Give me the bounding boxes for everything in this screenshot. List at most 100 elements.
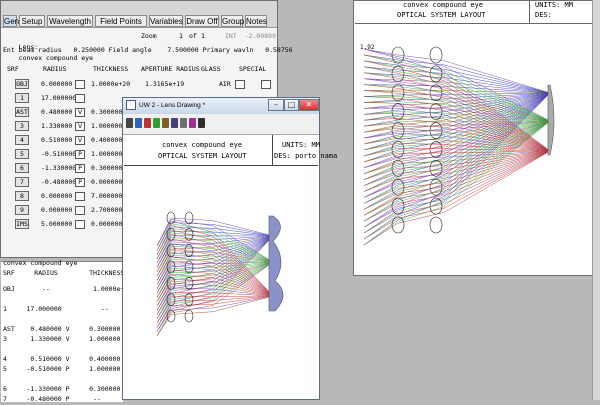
radius-cell[interactable]: -1.330000	[41, 163, 76, 174]
ray-path	[156, 222, 274, 251]
toolbar-button-gen[interactable]: Gen	[3, 15, 19, 27]
drawing-title: convex compound eye	[403, 1, 484, 9]
surface-row-button[interactable]: OBJ	[15, 79, 29, 89]
surface-row-button[interactable]: 5	[15, 149, 29, 159]
toolbar-tool-icon[interactable]	[126, 118, 133, 128]
radius-cell[interactable]: 1.330000	[41, 121, 72, 132]
radius-solve-box[interactable]: P	[75, 178, 85, 187]
close-button[interactable]: ✕	[299, 99, 319, 111]
surface-row-button[interactable]: 4	[15, 135, 29, 145]
layout-title-block: convex compound eye OPTICAL SYSTEM LAYOU…	[124, 135, 337, 166]
surface-row-button[interactable]: 3	[15, 121, 29, 131]
listing-line: 5 -0.510000 P 1.000000	[3, 365, 121, 373]
ent-beam-line: Ent beam radius 0.250000 Field angle 7.5…	[3, 46, 293, 54]
radius-cell[interactable]: -0.480000	[41, 177, 76, 188]
thickness-cell[interactable]: 7.000000	[91, 191, 122, 202]
image-surface	[547, 84, 555, 156]
toolbar-button-draw-off[interactable]: Draw Off	[185, 15, 219, 27]
radius-solve-box[interactable]: V	[75, 136, 85, 145]
radius-cell[interactable]: 0.000000	[41, 79, 72, 90]
radius-solve-box[interactable]: P	[75, 164, 85, 173]
column-header-radius[interactable]: RADIUS	[43, 64, 66, 75]
thickness-cell[interactable]: 0.300000	[91, 163, 122, 174]
thickness-cell[interactable]: 1.000000	[91, 121, 122, 132]
thickness-cell[interactable]: 0.000000	[91, 177, 122, 188]
toolbar-tool-icon[interactable]	[171, 118, 178, 128]
zoom-value[interactable]: 1	[179, 31, 183, 42]
scale-label: 1.92	[360, 44, 375, 51]
toolbar-tool-icon[interactable]	[135, 118, 142, 128]
column-header-srf[interactable]: SRF	[7, 64, 19, 75]
toolbar-tool-icon[interactable]	[189, 118, 196, 128]
lenslet	[429, 141, 443, 158]
lens-drawing-titlebar[interactable]: UW 2 - Lens Drawing * – □ ✕	[123, 98, 319, 115]
radius-solve-box[interactable]	[75, 192, 85, 201]
lenslet	[184, 277, 194, 290]
listing-line: 3 1.330000 V 1.000000	[3, 335, 121, 343]
app-icon	[126, 100, 136, 110]
toolbar-button-setup[interactable]: Setup	[19, 15, 45, 27]
radius-solve-box[interactable]	[75, 94, 85, 103]
glass-cell[interactable]: AIR	[219, 79, 231, 90]
layout-title: convex compound eye	[162, 141, 243, 149]
surface-row-button[interactable]: 7	[15, 177, 29, 187]
toolbar-button-variables[interactable]: Variables	[149, 15, 183, 27]
column-header-aperture-radius[interactable]: APERTURE RADIUS	[141, 64, 200, 75]
toolbar-button-field-points[interactable]: Field Points	[95, 15, 147, 27]
ray-path	[156, 254, 274, 281]
radius-solve-box[interactable]	[75, 206, 85, 215]
drawing-title-block: convex compound eye OPTICAL SYSTEM LAYOU…	[355, 1, 599, 24]
toolbar-button-notes[interactable]: Notes	[245, 15, 267, 27]
maximize-button[interactable]: □	[284, 99, 299, 111]
column-header-special[interactable]: SPECIAL	[239, 64, 266, 75]
thickness-cell[interactable]: 0.400000	[91, 135, 122, 146]
lens-drawing-window: UW 2 - Lens Drawing * – □ ✕ convex compo…	[122, 97, 337, 400]
radius-solve-box[interactable]: P	[75, 150, 85, 159]
toolbar-tool-icon[interactable]	[198, 118, 205, 128]
toolbar-tool-icon[interactable]	[144, 118, 151, 128]
radius-solve-box[interactable]	[75, 80, 85, 89]
radius-solve-box[interactable]: V	[75, 122, 85, 131]
layout-designer: DES: porto nama	[274, 152, 338, 160]
surface-row-button[interactable]: 6	[15, 163, 29, 173]
int-value: INT -2.09899	[225, 32, 276, 40]
listing-line: OBJ -- 1.0000e+20	[3, 285, 133, 293]
surface-row-button[interactable]: AST	[15, 107, 29, 117]
toolbar-button-wavelength[interactable]: Wavelength	[47, 15, 93, 27]
zoom-of: of	[189, 32, 197, 40]
minimize-button[interactable]: –	[268, 99, 284, 111]
right-ray-drawing: 1.92	[360, 44, 555, 246]
thickness-cell[interactable]: 2.700000	[91, 205, 122, 216]
radius-cell[interactable]: 0.000000	[41, 191, 72, 202]
toolbar-tool-icon[interactable]	[180, 118, 187, 128]
glass-solve-box[interactable]	[235, 80, 245, 89]
surface-row-button[interactable]: 9	[15, 205, 29, 215]
lenslet	[429, 46, 443, 64]
vertical-scrollbar[interactable]	[592, 0, 600, 400]
lenslet	[184, 309, 194, 323]
radius-solve-box[interactable]: V	[75, 108, 85, 117]
radius-cell[interactable]: 17.000000	[41, 93, 76, 104]
toolbar-button-group[interactable]: Group	[221, 15, 244, 27]
toolbar-tool-icon[interactable]	[162, 118, 169, 128]
thickness-cell[interactable]: 1.0000e+20	[91, 79, 130, 90]
column-header-glass[interactable]: GLASS	[201, 64, 221, 75]
radius-cell[interactable]: 0.000000	[41, 205, 72, 216]
surface-row-button[interactable]: IMS	[15, 219, 29, 229]
toolbar-tool-icon[interactable]	[153, 118, 160, 128]
thickness-cell[interactable]: 1.000000	[91, 149, 122, 160]
radius-cell[interactable]: 5.000000	[41, 219, 72, 230]
radius-cell[interactable]: 0.510000	[41, 135, 72, 146]
surface-row-button[interactable]: 1	[15, 93, 29, 103]
thickness-cell[interactable]: 0.000000	[91, 219, 122, 230]
radius-solve-box[interactable]	[75, 220, 85, 229]
thickness-cell[interactable]: 0.300000	[91, 107, 122, 118]
column-header-thickness[interactable]: THICKNESS	[93, 64, 128, 75]
listing-header: SRF RADIUS THICKNESS	[3, 269, 125, 277]
special-solve-box[interactable]	[261, 80, 271, 89]
radius-cell[interactable]: 0.480000	[41, 107, 72, 118]
lenslet	[391, 216, 405, 234]
aperture-cell[interactable]: 1.3165e+19	[145, 79, 184, 90]
radius-cell[interactable]: -0.510000	[41, 149, 76, 160]
surface-row-button[interactable]: 8	[15, 191, 29, 201]
